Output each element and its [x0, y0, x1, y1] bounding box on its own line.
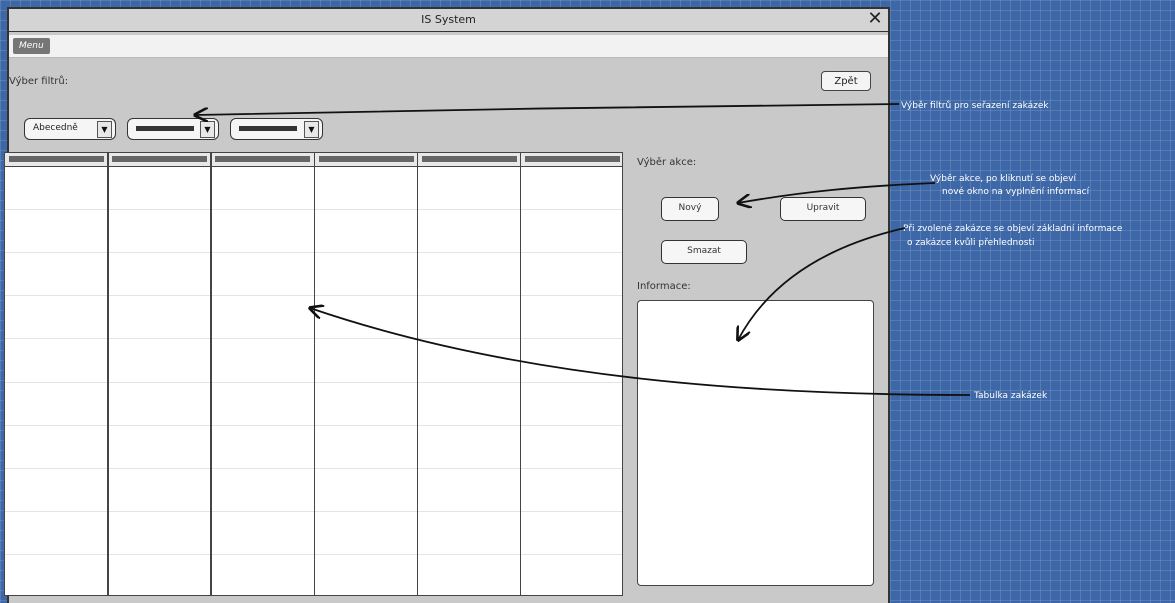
info-arrow: [738, 227, 906, 340]
table-arrow: [310, 308, 971, 396]
filters-arrow: [195, 103, 900, 115]
actions-arrow: [738, 182, 936, 203]
annotation-arrows: [0, 103, 971, 396]
